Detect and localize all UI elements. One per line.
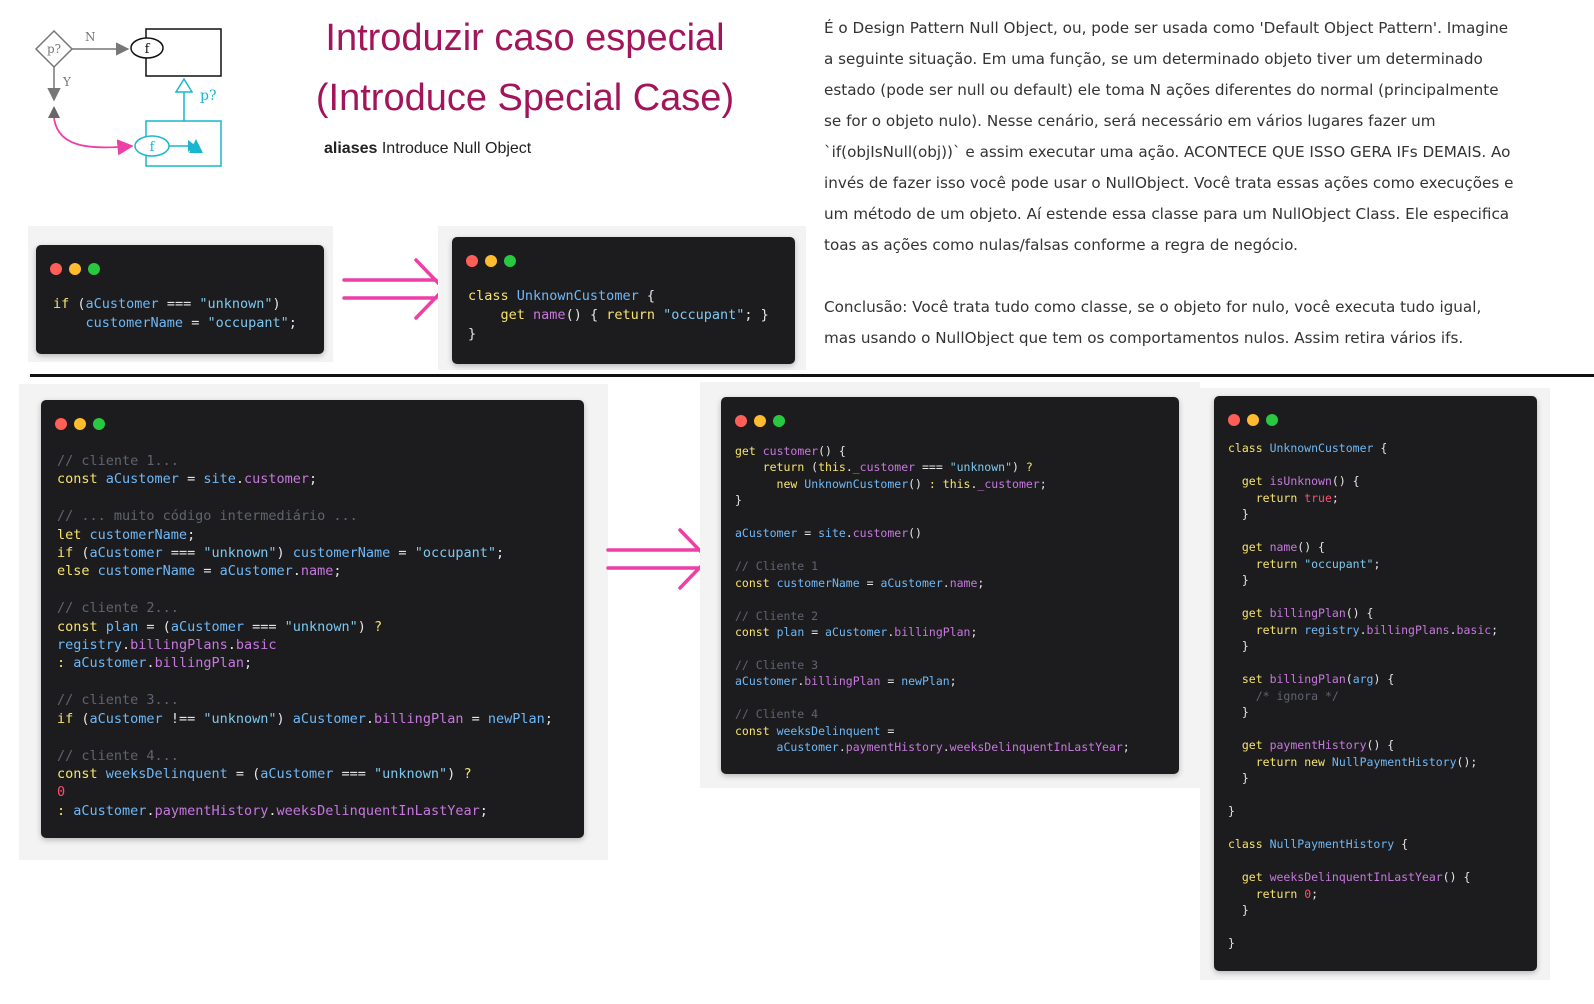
small-before-code: if (aCustomer === "unknown") customerNam… xyxy=(53,296,297,331)
aliases-value: Introduce Null Object xyxy=(381,140,532,157)
close-dot-icon xyxy=(735,415,747,427)
minimize-dot-icon xyxy=(1247,414,1259,426)
maximize-dot-icon xyxy=(93,418,105,430)
minimize-dot-icon xyxy=(74,418,86,430)
close-dot-icon xyxy=(1228,414,1240,426)
description-paragraph: É o Design Pattern Null Object, ou, pode… xyxy=(824,19,1514,254)
inheritance-arrowhead xyxy=(174,77,194,93)
small-before-frame: if (aCustomer === "unknown") customerNam… xyxy=(28,226,333,362)
classes-code: class UnknownCustomer { get isUnknown() … xyxy=(1228,441,1499,950)
page-title: Introduzir caso especial (Introduce Spec… xyxy=(300,8,750,128)
small-after-code: class UnknownCustomer { get name() { ret… xyxy=(468,288,769,342)
big-before-frame: // cliente 1... const aCustomer = site.c… xyxy=(19,384,608,860)
maximize-dot-icon xyxy=(504,255,516,267)
big-after-code: get customer() { return (this._customer … xyxy=(735,444,1130,755)
conclusion-paragraph: Conclusão: Você trata tudo como classe, … xyxy=(824,298,1482,347)
classes-code-window: class UnknownCustomer { get isUnknown() … xyxy=(1214,396,1537,971)
minimize-dot-icon xyxy=(754,415,766,427)
maximize-dot-icon xyxy=(773,415,785,427)
maximize-dot-icon xyxy=(88,263,100,275)
description: É o Design Pattern Null Object, ou, pode… xyxy=(824,13,1514,354)
special-triangle xyxy=(48,106,60,118)
small-before-code-window: if (aCustomer === "unknown") customerNam… xyxy=(36,245,324,354)
no-label: N xyxy=(85,30,96,44)
aliases-line: aliases Introduce Null Object xyxy=(324,140,531,158)
section-divider xyxy=(30,374,1594,377)
classes-frame: class UnknownCustomer { get isUnknown() … xyxy=(1200,388,1550,980)
big-before-code-window: // cliente 1... const aCustomer = site.c… xyxy=(41,400,584,838)
close-dot-icon xyxy=(466,255,478,267)
close-dot-icon xyxy=(50,263,62,275)
transform-arrow-icon xyxy=(342,258,447,320)
maximize-dot-icon xyxy=(1266,414,1278,426)
small-after-frame: class UnknownCustomer { get name() { ret… xyxy=(438,226,806,370)
refactoring-diagram: p? N Y f f p? xyxy=(34,28,222,167)
close-dot-icon xyxy=(55,418,67,430)
small-after-code-window: class UnknownCustomer { get name() { ret… xyxy=(452,237,795,364)
title-line-en: (Introduce Special Case) xyxy=(315,77,735,119)
condition-label: p? xyxy=(47,42,61,56)
special-condition-label: p? xyxy=(200,88,216,104)
big-before-code: // cliente 1... const aCustomer = site.c… xyxy=(57,453,553,819)
minimize-dot-icon xyxy=(69,263,81,275)
big-after-code-window: get customer() { return (this._customer … xyxy=(721,397,1179,774)
big-after-frame: get customer() { return (this._customer … xyxy=(700,382,1200,788)
aliases-label: aliases xyxy=(324,140,378,157)
yes-label: Y xyxy=(62,75,72,89)
title-line-pt: Introduzir caso especial xyxy=(325,17,725,59)
minimize-dot-icon xyxy=(485,255,497,267)
